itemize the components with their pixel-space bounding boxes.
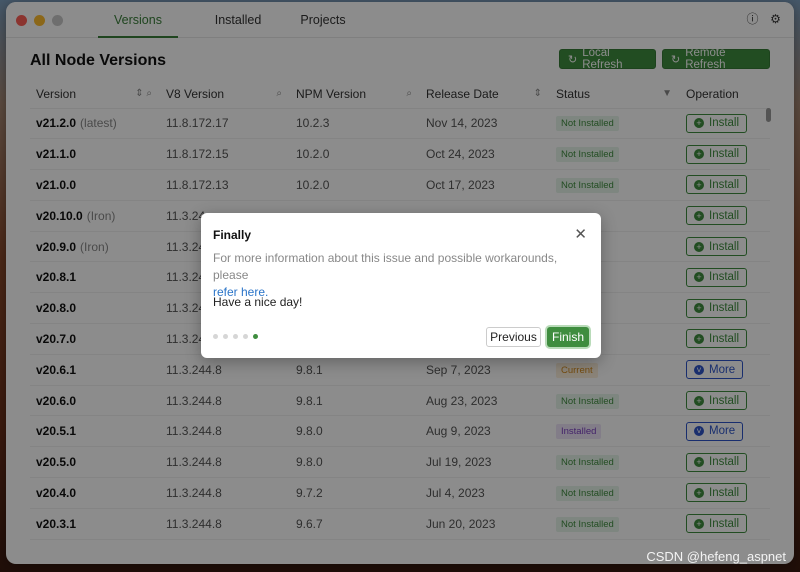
dialog-extra: Have a nice day! — [213, 295, 303, 309]
step-dot — [233, 334, 238, 339]
close-icon[interactable]: ✕ — [574, 225, 587, 243]
watermark: CSDN @hefeng_aspnet — [646, 549, 786, 564]
step-indicator — [213, 334, 258, 339]
step-dot — [213, 334, 218, 339]
dialog-text-body: For more information about this issue an… — [213, 251, 558, 282]
tour-dialog: Finally ✕ For more information about thi… — [201, 213, 601, 358]
step-dot-active — [253, 334, 258, 339]
step-dot — [243, 334, 248, 339]
dialog-text: For more information about this issue an… — [213, 250, 583, 301]
previous-button[interactable]: Previous — [486, 327, 541, 347]
finish-button[interactable]: Finish — [547, 327, 589, 347]
step-dot — [223, 334, 228, 339]
dialog-title: Finally — [213, 228, 252, 242]
